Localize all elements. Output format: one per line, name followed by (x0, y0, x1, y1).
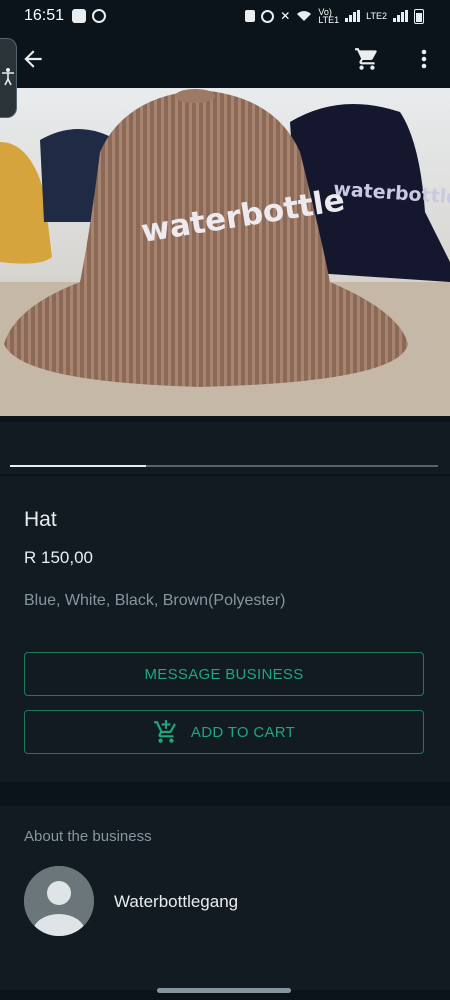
product-price: R 150,00 (24, 548, 93, 567)
message-business-button[interactable]: MESSAGE BUSINESS (24, 652, 424, 696)
status-notification-icons (72, 9, 107, 23)
business-name[interactable]: Waterbottlegang (114, 892, 238, 912)
status-bar: 16:51 ✕ Vo) LTE1 LTE2 (0, 0, 450, 32)
signal-2-icon (393, 10, 408, 22)
message-business-label: MESSAGE BUSINESS (144, 665, 304, 683)
about-business-label: About the business (24, 828, 152, 845)
cart-button[interactable] (354, 46, 380, 72)
product-image[interactable]: waterbottle waterbottle (0, 82, 450, 422)
product-details: Hat R 150,00 Blue, White, Black, Brown(P… (0, 476, 450, 782)
add-shopping-cart-icon (154, 720, 176, 743)
wifi-icon (297, 11, 312, 21)
back-button[interactable] (20, 46, 46, 72)
shopping-cart-icon (355, 48, 377, 70)
app-bar (0, 32, 450, 82)
status-system-icons: ✕ Vo) LTE1 LTE2 (245, 8, 424, 25)
carousel-indicator (10, 465, 438, 467)
lock-icon (245, 10, 256, 22)
sync-notification-icon (92, 9, 107, 23)
product-description: Blue, White, Black, Brown(Polyester) (24, 592, 286, 609)
add-to-cart-button[interactable]: ADD TO CART (24, 710, 424, 754)
more-vert-icon (421, 49, 427, 69)
arrow-back-icon (24, 50, 42, 68)
alarm-icon (261, 9, 275, 23)
accessibility-icon (2, 68, 14, 86)
lte1-label: LTE1 (318, 15, 340, 25)
hat-photo: waterbottle waterbottle (0, 82, 450, 422)
product-name: Hat (24, 508, 57, 531)
gesture-navigation-bar[interactable] (157, 988, 291, 993)
battery-icon (414, 8, 424, 24)
mute-icon: ✕ (280, 9, 291, 23)
app-notification-icon (72, 9, 87, 23)
more-options-button[interactable] (414, 46, 434, 72)
lte2-label: LTE2 (366, 11, 387, 21)
accessibility-handle[interactable] (0, 38, 17, 118)
business-avatar[interactable] (24, 866, 94, 936)
default-avatar-icon (24, 866, 94, 936)
carousel-indicator-fill (10, 465, 146, 467)
status-time: 16:51 (24, 7, 65, 24)
signal-1-icon (345, 10, 361, 22)
add-to-cart-label: ADD TO CART (190, 723, 296, 741)
about-business-section: About the business Waterbottlegang (0, 806, 450, 990)
